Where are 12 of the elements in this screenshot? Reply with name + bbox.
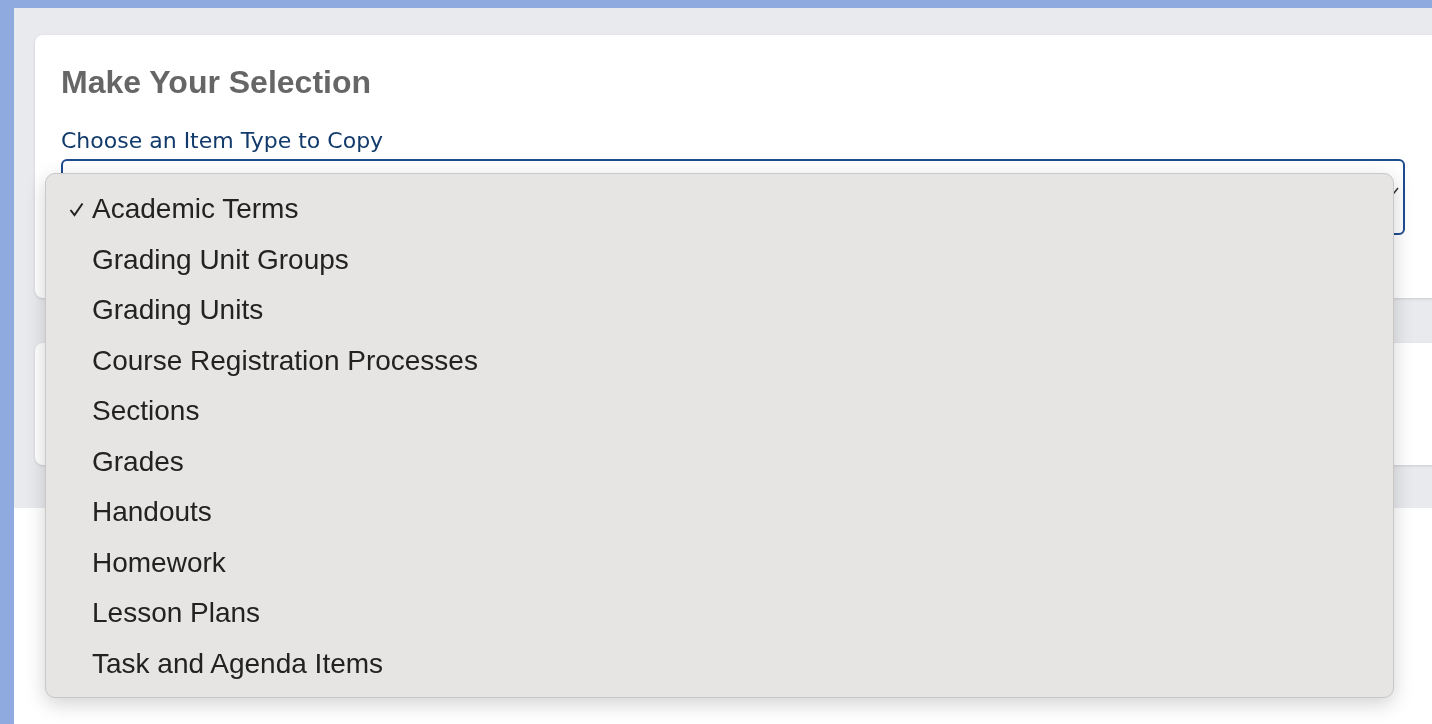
option-label: Homework [92, 546, 226, 579]
option-label: Grades [92, 445, 184, 478]
option-label: Sections [92, 395, 200, 428]
option-label: Grading Unit Groups [92, 243, 349, 276]
option-label: Task and Agenda Items [92, 647, 384, 680]
option-label: Academic Terms [92, 193, 299, 226]
card-title: Make Your Selection [61, 63, 373, 102]
option-label: Course Registration Processes [92, 344, 478, 377]
option-label: Grading Units [92, 294, 264, 327]
field-label: Choose an Item Type to Copy [61, 127, 385, 155]
option-label: Lesson Plans [92, 597, 261, 630]
option-label: Handouts [92, 496, 212, 529]
